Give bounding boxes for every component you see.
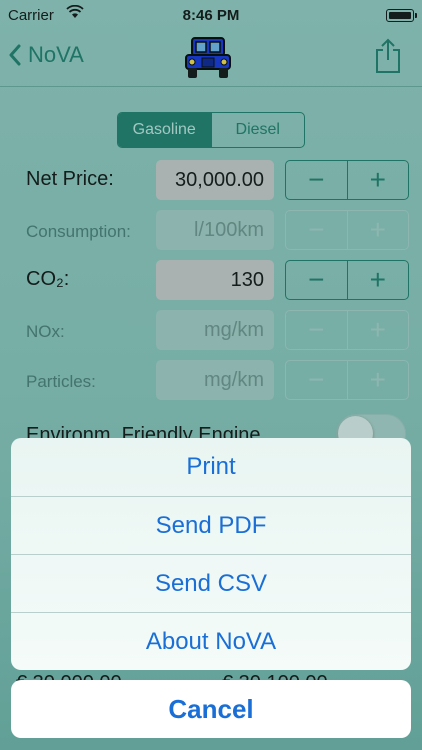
send-pdf-button[interactable]: Send PDF xyxy=(11,496,411,554)
send-csv-button[interactable]: Send CSV xyxy=(11,554,411,612)
about-nova-button[interactable]: About NoVA xyxy=(11,612,411,670)
print-button[interactable]: Print xyxy=(11,438,411,496)
action-sheet: Print Send PDF Send CSV About NoVA xyxy=(11,438,411,670)
cancel-button[interactable]: Cancel xyxy=(11,680,411,738)
